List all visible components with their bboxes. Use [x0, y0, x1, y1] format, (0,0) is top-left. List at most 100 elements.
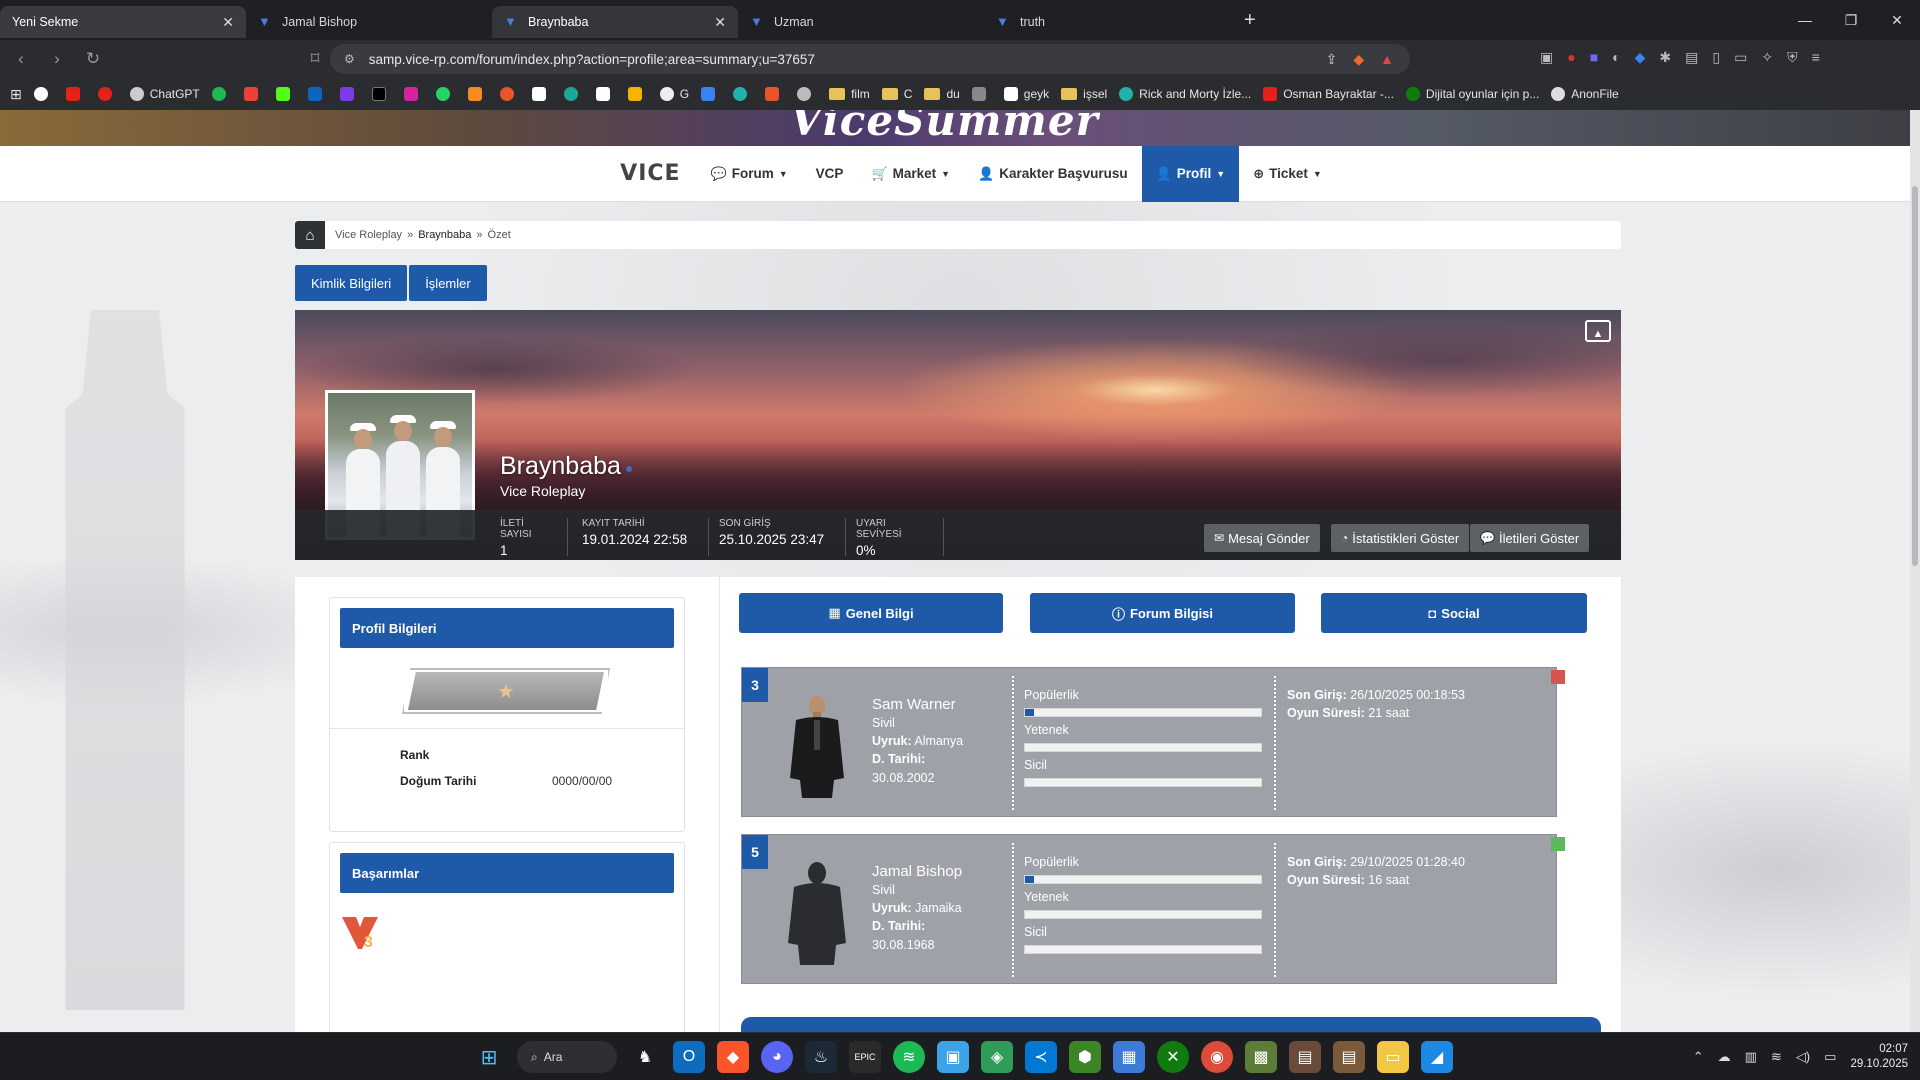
app-icon[interactable]: ♞ [629, 1041, 661, 1073]
ext-icon[interactable]: ◐ [1612, 49, 1620, 66]
whatsapp-bookmark[interactable] [435, 87, 456, 101]
bookmark[interactable] [701, 87, 721, 101]
bookmark[interactable] [627, 87, 648, 101]
brave-rewards-icon[interactable]: ▲ [1380, 51, 1394, 68]
nav-ticket[interactable]: ⊕ Ticket ▼ [1239, 146, 1336, 202]
rick-and-morty-bookmark[interactable]: Rick and Morty İzle... [1119, 87, 1251, 101]
gmail-bookmark[interactable] [243, 87, 264, 101]
amazon-bookmark[interactable]: geyk [1003, 87, 1049, 101]
outlook-icon[interactable]: O [673, 1041, 705, 1073]
share-icon[interactable]: ⇪ [1326, 51, 1338, 68]
x-bookmark[interactable] [371, 87, 392, 101]
minimize-icon[interactable]: — [1782, 0, 1828, 40]
folder-film[interactable]: film [829, 87, 870, 101]
browser-tab-active[interactable]: ▼ Braynbaba ✕ [492, 6, 738, 38]
spotify-bookmark[interactable] [211, 87, 232, 101]
tab-social[interactable]: ◘ Social [1321, 593, 1587, 633]
game-icon[interactable]: ▤ [1333, 1041, 1365, 1073]
leo-icon[interactable]: ✧ [1761, 49, 1773, 66]
site-info-icon[interactable]: ⚙ [344, 52, 355, 66]
home-icon[interactable]: ⌂ [295, 221, 325, 249]
cloud-icon[interactable]: ☁ [1718, 1049, 1731, 1065]
app-icon[interactable]: ▣ [937, 1041, 969, 1073]
vscode-icon[interactable]: ≺ [1025, 1041, 1057, 1073]
youtube-bookmark[interactable]: Osman Bayraktar -... [1263, 87, 1394, 101]
folder-c[interactable]: C [881, 87, 912, 101]
github-bookmark[interactable]: G [659, 87, 689, 101]
close-window-icon[interactable]: ✕ [1874, 0, 1920, 40]
nav-character-application[interactable]: 👤 Karakter Başvurusu [964, 146, 1142, 202]
bookmark[interactable] [733, 87, 753, 101]
restore-icon[interactable]: ❐ [1828, 0, 1874, 40]
volume-icon[interactable]: ◁) [1796, 1049, 1810, 1065]
browser-tab[interactable]: Yeni Sekme ✕ [0, 6, 246, 38]
browser-tab[interactable]: ▼ Jamal Bishop [246, 6, 492, 38]
brave-shield-icon[interactable]: ◆ [1353, 51, 1364, 68]
close-tab-icon[interactable]: ✕ [222, 14, 234, 31]
discord-icon[interactable]: ◕ [761, 1041, 793, 1073]
puzzle-icon[interactable]: ✱ [1659, 49, 1671, 66]
change-cover-image-icon[interactable]: ▲ [1585, 320, 1611, 342]
send-message-button[interactable]: ✉ Mesaj Gönder [1204, 524, 1320, 552]
scrollbar-thumb[interactable] [1912, 186, 1918, 566]
instagram-bookmark[interactable] [403, 87, 424, 101]
calendar-ext-icon[interactable]: ■ [1590, 49, 1598, 66]
kick-bookmark[interactable] [275, 87, 296, 101]
vpn-icon[interactable]: ⛨ [1787, 49, 1798, 66]
bookmark-icon[interactable]: ⌑ [300, 49, 330, 69]
achievement-badge-icon[interactable]: 3 [340, 913, 380, 953]
hb-bookmark[interactable] [467, 87, 488, 101]
show-stats-button[interactable]: ◔ İstatistikleri Göster [1331, 524, 1470, 552]
google-bookmark[interactable] [33, 87, 54, 101]
chatgpt-bookmark[interactable]: ChatGPT [129, 87, 200, 101]
reload-icon[interactable]: ↻ [78, 49, 108, 69]
new-tab-icon[interactable]: + [1244, 9, 1256, 32]
page-scrollbar[interactable] [1910, 110, 1920, 1032]
nav-profile[interactable]: 👤 Profil ▼ [1141, 145, 1240, 202]
browser-tab[interactable]: ▼ Uzman [738, 6, 984, 38]
taskbar-search[interactable]: ⌕ Ara [517, 1041, 617, 1073]
b-bookmark[interactable] [595, 87, 616, 101]
forward-icon[interactable]: › [42, 49, 72, 69]
bookmark[interactable] [563, 87, 584, 101]
game-icon[interactable]: ▤ [1289, 1041, 1321, 1073]
browser-tab[interactable]: ▼ truth [984, 6, 1230, 38]
tab-actions[interactable]: İşlemler [409, 265, 487, 301]
breadcrumb-link[interactable]: Braynbaba [418, 229, 471, 241]
youtube-bookmark[interactable] [65, 87, 86, 101]
chevron-up-icon[interactable]: ⌃ [1693, 1049, 1704, 1065]
nav-vcp[interactable]: VCP [802, 146, 858, 202]
anonfile-bookmark[interactable]: AnonFile [1551, 87, 1619, 101]
character-card[interactable]: 5 Jamal Bishop Sivil Uyruk: Jamaika D. T… [741, 834, 1557, 984]
nav-market[interactable]: 🛒 Market ▼ [857, 146, 964, 202]
xbox-bookmark[interactable]: Dijital oyunlar için p... [1405, 87, 1539, 101]
chrome-icon[interactable]: ◉ [1201, 1041, 1233, 1073]
media-icon[interactable]: ▤ [1685, 49, 1698, 66]
battery-icon[interactable]: ▭ [1824, 1049, 1836, 1065]
amazon-bookmark[interactable] [531, 87, 552, 101]
bookmark[interactable] [971, 87, 992, 101]
sidebar-icon[interactable]: ▯ [1712, 49, 1720, 66]
audio-device-icon[interactable]: ▥ [1745, 1049, 1757, 1065]
tab-identity-info[interactable]: Kimlik Bilgileri [295, 265, 408, 301]
minecraft-icon[interactable]: ▩ [1245, 1041, 1277, 1073]
epic-games-icon[interactable]: EPIC [849, 1041, 881, 1073]
spotify-icon[interactable]: ≋ [893, 1041, 925, 1073]
file-explorer-icon[interactable]: ▭ [1377, 1041, 1409, 1073]
url-field[interactable]: ⚙ samp.vice-rp.com/forum/index.php?actio… [330, 44, 1410, 74]
clock[interactable]: 02:07 29.10.2025 [1850, 1042, 1908, 1072]
app-icon[interactable]: ◈ [981, 1041, 1013, 1073]
close-tab-icon[interactable]: ✕ [714, 14, 726, 31]
breadcrumb-link[interactable]: Vice Roleplay [335, 229, 402, 241]
app-icon[interactable]: ◢ [1421, 1041, 1453, 1073]
app-icon[interactable]: ⬢ [1069, 1041, 1101, 1073]
bookmark[interactable] [797, 87, 817, 101]
folder-du[interactable]: du [924, 87, 960, 101]
ublock-icon[interactable]: ● [1567, 49, 1575, 66]
back-icon[interactable]: ‹ [6, 49, 36, 69]
kuika-bookmark[interactable] [339, 87, 360, 101]
brave-icon[interactable]: ◆ [717, 1041, 749, 1073]
nav-forum[interactable]: 💬 Forum ▼ [697, 146, 802, 202]
xbox-icon[interactable]: ✕ [1157, 1041, 1189, 1073]
bookmark[interactable] [499, 87, 520, 101]
